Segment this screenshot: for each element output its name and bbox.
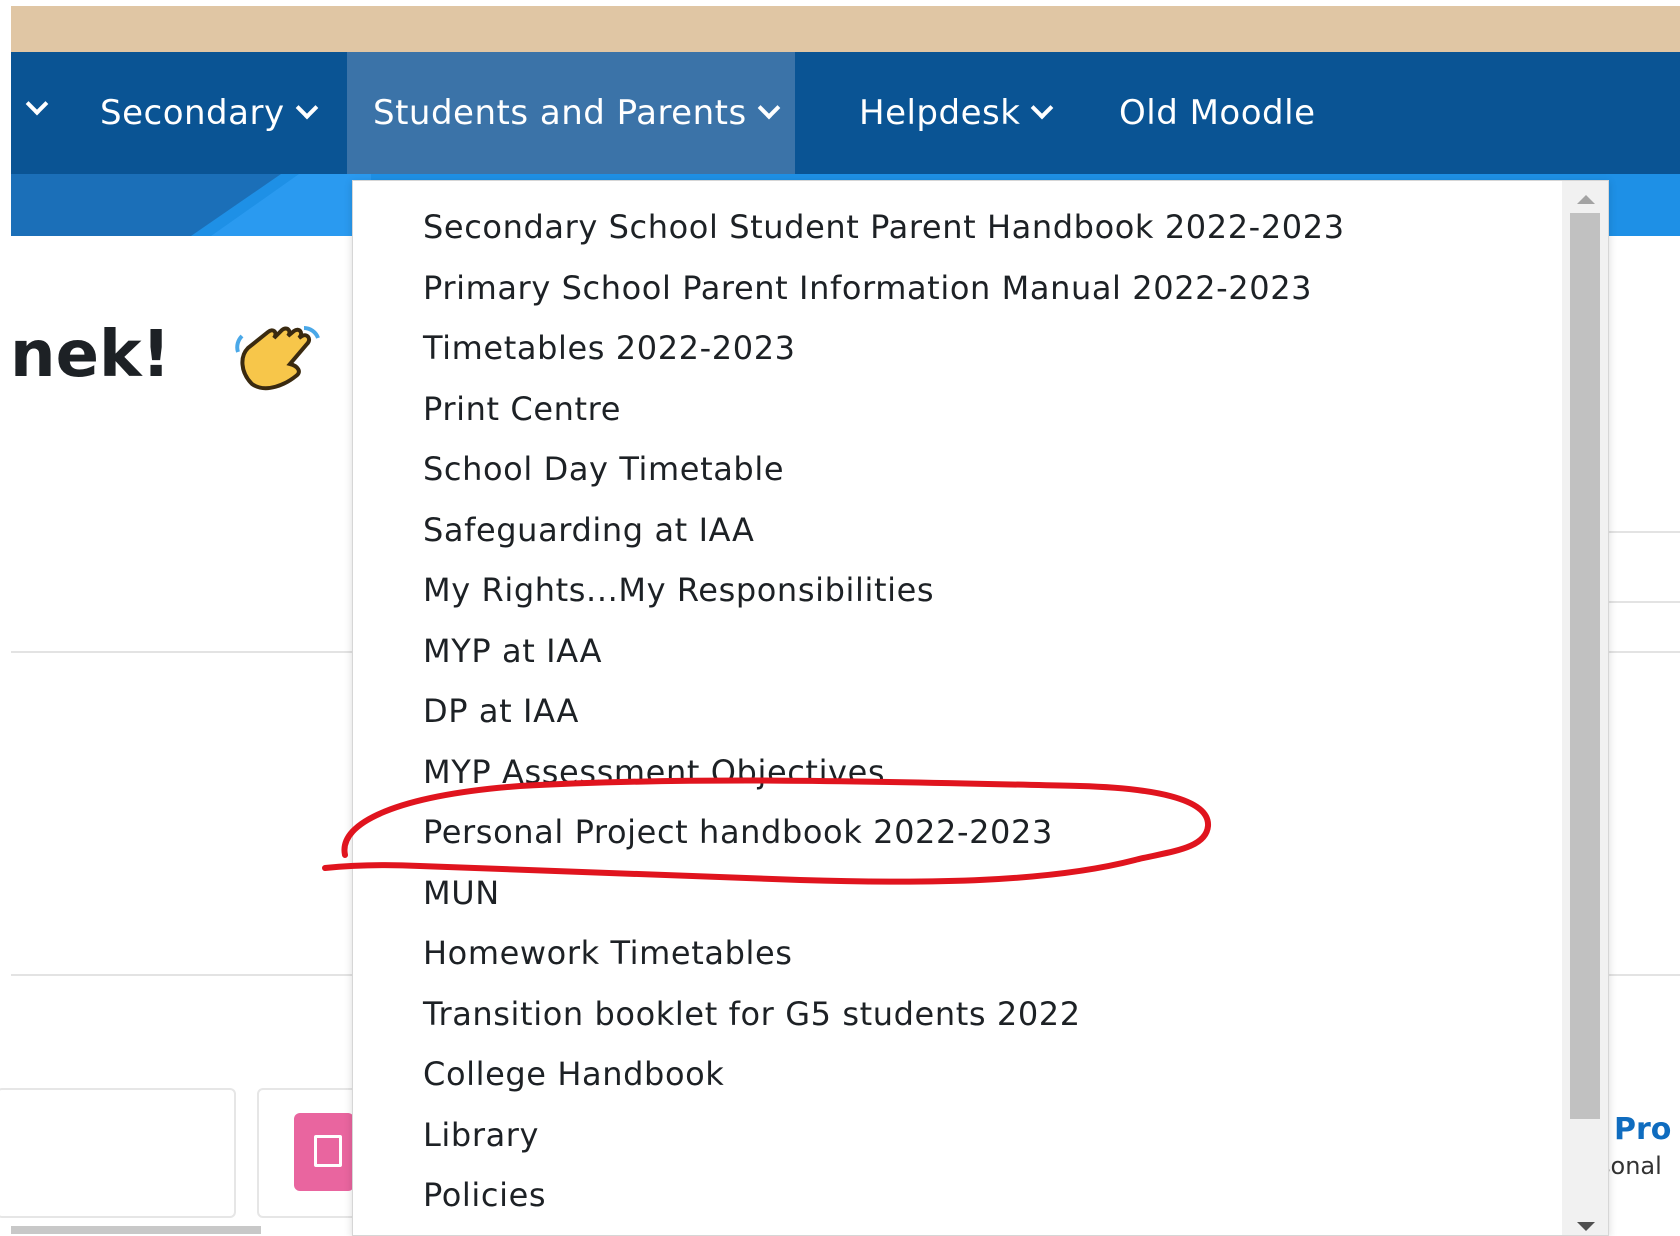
dropdown-item[interactable]: Library bbox=[423, 1116, 539, 1154]
dropdown-item[interactable]: My Rights...My Responsibilities bbox=[423, 571, 934, 609]
dropdown-item[interactable]: MYP at IAA bbox=[423, 632, 602, 670]
divider bbox=[11, 651, 356, 653]
chevron-down-icon[interactable] bbox=[25, 92, 49, 116]
dropdown-item[interactable]: MUN bbox=[423, 874, 500, 912]
dropdown-item[interactable]: College Handbook bbox=[423, 1055, 724, 1093]
nav-label-old-moodle: Old Moodle bbox=[1119, 93, 1316, 133]
page-greeting: nek! bbox=[10, 318, 171, 392]
course-card[interactable] bbox=[0, 1088, 236, 1218]
nav-item-old-moodle[interactable]: Old Moodle bbox=[1119, 52, 1315, 174]
nav-label-secondary: Secondary bbox=[100, 93, 285, 133]
scrollbar-thumb[interactable] bbox=[1570, 213, 1600, 1119]
nav-item-helpdesk[interactable]: Helpdesk bbox=[859, 52, 1054, 174]
nav-label-helpdesk: Helpdesk bbox=[859, 93, 1021, 133]
dropdown-item[interactable]: Transition booklet for G5 students 2022 bbox=[423, 995, 1081, 1033]
dropdown-item[interactable]: Primary School Parent Information Manual… bbox=[423, 269, 1312, 307]
dropdown-item-personal-project-handbook[interactable]: Personal Project handbook 2022-2023 bbox=[423, 813, 1053, 851]
chevron-down-icon bbox=[757, 96, 781, 120]
nav-item-secondary[interactable]: Secondary bbox=[66, 52, 337, 174]
dropdown-item[interactable]: Timetables 2022-2023 bbox=[423, 329, 796, 367]
dropdown-item[interactable]: Print Centre bbox=[423, 390, 621, 428]
document-icon bbox=[314, 1135, 342, 1167]
horizontal-scrollbar[interactable] bbox=[11, 1226, 261, 1234]
dropdown-item[interactable]: School Day Timetable bbox=[423, 450, 784, 488]
browser-top-bar bbox=[11, 6, 1680, 52]
course-icon bbox=[294, 1113, 354, 1191]
divider bbox=[1602, 974, 1680, 976]
students-parents-dropdown-menu: Secondary School Student Parent Handbook… bbox=[352, 180, 1609, 1236]
divider bbox=[11, 974, 356, 976]
main-navbar: Secondary Students and Parents Helpdesk … bbox=[11, 52, 1680, 174]
dropdown-scrollbar[interactable] bbox=[1562, 181, 1608, 1235]
divider bbox=[1602, 531, 1680, 533]
nav-item-students-and-parents[interactable]: Students and Parents bbox=[347, 52, 795, 174]
dropdown-item[interactable]: Secondary School Student Parent Handbook… bbox=[423, 208, 1345, 246]
divider bbox=[1602, 651, 1680, 653]
chevron-down-icon bbox=[295, 96, 318, 120]
left-edge bbox=[0, 0, 11, 1234]
waving-hand-icon bbox=[235, 326, 320, 391]
chevron-down-icon bbox=[1031, 96, 1054, 120]
dropdown-item[interactable]: MYP Assessment Objectives bbox=[423, 753, 885, 791]
divider bbox=[1602, 601, 1680, 603]
dropdown-item[interactable]: DP at IAA bbox=[423, 692, 579, 730]
course-card-title[interactable]: Pro bbox=[1614, 1112, 1671, 1147]
dropdown-item[interactable]: Homework Timetables bbox=[423, 934, 793, 972]
scroll-down-arrow-icon[interactable] bbox=[1577, 1222, 1595, 1231]
dropdown-item[interactable]: Safeguarding at IAA bbox=[423, 511, 754, 549]
dropdown-item[interactable]: Policies bbox=[423, 1176, 546, 1214]
scroll-up-arrow-icon[interactable] bbox=[1577, 195, 1595, 204]
nav-label-students-and-parents: Students and Parents bbox=[373, 93, 747, 133]
